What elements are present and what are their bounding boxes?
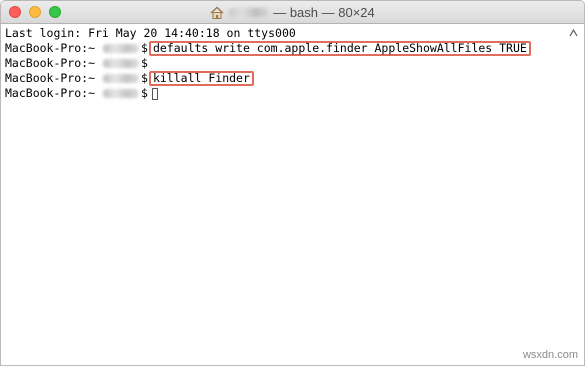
- last-login-line: Last login: Fri May 20 14:40:18 on ttys0…: [5, 26, 296, 40]
- highlighted-command: defaults write com.apple.finder AppleSho…: [148, 41, 531, 56]
- window-title: — bash — 80×24: [1, 1, 584, 23]
- window-title-text: — bash — 80×24: [273, 4, 375, 20]
- redacted-username: [103, 74, 140, 83]
- scroll-up-arrow-icon[interactable]: [569, 28, 578, 38]
- terminal-line: MacBook-Pro:~ $ defaults write com.apple.f…: [5, 41, 570, 56]
- home-icon: [210, 6, 224, 19]
- prompt-host: MacBook-Pro:~: [5, 41, 96, 55]
- watermark-text: wsxdn.com: [522, 349, 578, 361]
- prompt-host: MacBook-Pro:~: [5, 56, 96, 70]
- prompt-host: MacBook-Pro:~: [5, 71, 96, 85]
- highlighted-command: killall Finder: [148, 71, 254, 86]
- terminal-line: MacBook-Pro:~ $: [5, 56, 570, 71]
- prompt-symbol: $: [141, 56, 148, 70]
- prompt-symbol: $: [141, 41, 148, 55]
- redacted-username: [229, 7, 270, 17]
- text-cursor: [151, 87, 158, 100]
- terminal-line: MacBook-Pro:~ $: [5, 86, 570, 101]
- prompt-symbol: $: [141, 71, 148, 85]
- prompt-host: MacBook-Pro:~: [5, 86, 96, 100]
- redacted-username: [103, 59, 140, 68]
- terminal-window: — bash — 80×24 Last login: Fri May 20 14…: [0, 0, 585, 366]
- redacted-username: [103, 44, 140, 53]
- terminal-output[interactable]: Last login: Fri May 20 14:40:18 on ttys0…: [5, 26, 570, 101]
- terminal-line: MacBook-Pro:~ $ killall Finder: [5, 71, 570, 86]
- prompt-symbol: $: [141, 86, 148, 100]
- redacted-username: [103, 89, 140, 98]
- title-bar: — bash — 80×24: [1, 1, 584, 24]
